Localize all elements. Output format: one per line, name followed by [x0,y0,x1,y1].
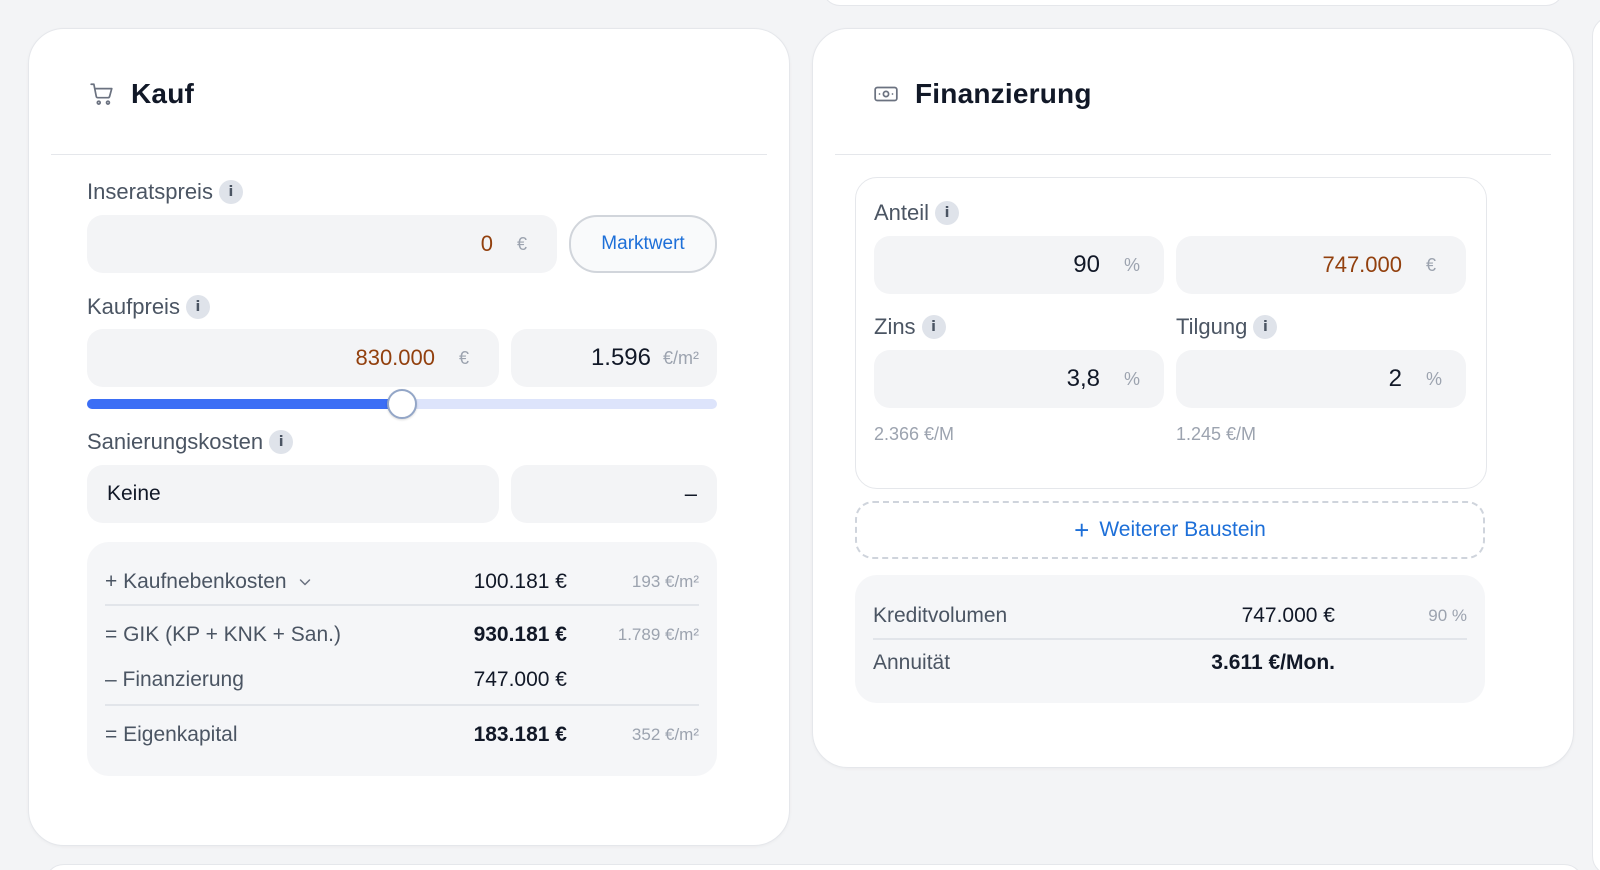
add-baustein-button[interactable]: + Weiterer Baustein [855,501,1485,559]
summary-row-eigenkapital: = Eigenkapital 183.181 € 352 €/m² [105,723,699,746]
sanierung-select[interactable]: Keine [87,465,499,523]
tilgung-label: Tilgung i [1176,314,1278,340]
card-right-edge [1592,16,1600,870]
summary-row-kaufnebenkosten[interactable]: + Kaufnebenkosten 100.181 € 193 €/m² [105,566,699,598]
kauf-summary: + Kaufnebenkosten 100.181 € 193 €/m² = G… [87,542,717,776]
kauf-header: Kauf [51,29,767,155]
darlehen-baustein: Anteil i 90 % 747.000 € Zins i Tilgung i… [855,177,1487,489]
slider-thumb[interactable] [387,389,417,419]
divider [873,638,1467,640]
shopping-cart-icon [90,82,113,105]
inseratspreis-label: Inseratspreis i [87,179,243,205]
finanzierung-header: Finanzierung [835,29,1551,155]
summary-row-finanzierung: – Finanzierung 747.000 € [105,668,567,691]
card-below [44,864,1584,870]
kauf-title: Kauf [131,77,195,109]
card-above [822,0,1564,6]
finanzierung-summary: Kreditvolumen 747.000 € 90 % Annuität 3.… [855,575,1485,703]
zins-input[interactable]: 3,8 % [874,350,1164,408]
kaufpreis-input[interactable]: 830.000 € [87,329,499,387]
divider [105,704,699,706]
summary-row-kreditvolumen: Kreditvolumen 747.000 € 90 % [873,604,1467,627]
tilgung-monthly: 1.245 €/M [1176,424,1257,444]
kaufpreis-per-sqm-input[interactable]: 1.596 €/m² [511,329,717,387]
marktwert-button[interactable]: Marktwert [569,215,717,273]
summary-row-annuitaet: Annuität 3.611 €/Mon. [873,651,1335,674]
info-icon[interactable]: i [921,315,946,339]
divider [105,604,699,606]
kauf-card: Kauf Inseratspreis i 0 € Marktwert Kaufp… [28,28,790,846]
anteil-label: Anteil i [874,200,960,226]
anteil-amount-input[interactable]: 747.000 € [1176,236,1466,294]
finanzierung-card: Finanzierung Anteil i 90 % 747.000 € Zin… [812,28,1574,768]
summary-row-gik: = GIK (KP + KNK + San.) 930.181 € 1.789 … [105,623,699,646]
anteil-percent-input[interactable]: 90 % [874,236,1164,294]
chevron-down-icon[interactable] [297,574,313,590]
info-icon[interactable]: i [185,295,210,319]
zins-monthly: 2.366 €/M [874,424,955,444]
info-icon[interactable]: i [935,201,960,225]
sanierung-amount-input[interactable]: – [511,465,717,523]
banknote-icon [874,86,898,101]
kaufpreis-label: Kaufpreis i [87,294,210,320]
slider-fill [87,399,402,409]
inseratspreis-input[interactable]: 0 € [87,215,557,273]
plus-icon: + [1074,514,1090,545]
tilgung-input[interactable]: 2 % [1176,350,1466,408]
info-icon[interactable]: i [269,430,294,454]
sanierungskosten-label: Sanierungskosten i [87,429,294,455]
kaufpreis-slider[interactable] [87,389,717,419]
finanzierung-title: Finanzierung [915,77,1092,109]
info-icon[interactable]: i [218,180,243,204]
info-icon[interactable]: i [1253,315,1278,339]
zins-label: Zins i [874,314,946,340]
